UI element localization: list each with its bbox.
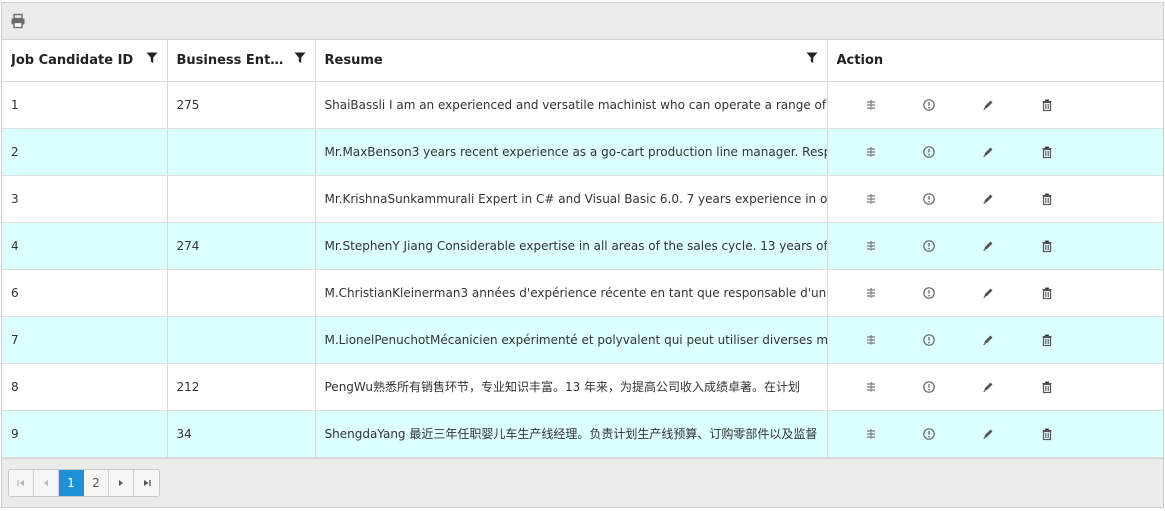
details-icon[interactable] [864,239,878,253]
job-candidate-id-cell: 4 [2,222,168,270]
job-candidate-id-cell: 2 [2,128,168,176]
info-icon[interactable] [922,380,936,394]
details-icon[interactable] [864,380,878,394]
resume-cell: Mr.StephenY Jiang Considerable expertise… [315,222,828,270]
delete-icon[interactable] [1040,286,1054,300]
candidates-table: Job Candidate ID Business Enti... Resume Ac… [2,40,1163,458]
action-cell [827,363,1163,411]
table-row[interactable]: 2 Mr.MaxBenson3 years recent experience a… [2,128,1163,176]
filter-icon[interactable] [294,52,306,64]
column-header-3[interactable]: Action [827,40,1163,82]
first-page-icon[interactable] [9,470,34,496]
pager-area: 12 [2,458,1163,507]
edit-icon[interactable] [981,333,995,347]
action-cell [827,316,1163,364]
delete-icon[interactable] [1040,98,1054,112]
edit-icon[interactable] [981,98,995,112]
table-row[interactable]: 4 274 Mr.StephenY Jiang Considerable exper… [2,222,1163,270]
column-header-label: Resume [324,52,383,68]
business-entity-cell: 34 [167,410,316,458]
resume-cell: M.LionelPenuchotMécanicien expérimenté e… [315,316,828,364]
delete-icon[interactable] [1040,239,1054,253]
details-icon[interactable] [864,286,878,300]
details-icon[interactable] [864,333,878,347]
edit-icon[interactable] [981,192,995,206]
delete-icon[interactable] [1040,427,1054,441]
job-candidate-id-cell: 1 [2,81,168,129]
details-icon[interactable] [864,192,878,206]
business-entity-cell [167,316,316,364]
job-candidate-id-cell: 6 [2,269,168,317]
table-row[interactable]: 8 212 PengWu熟悉所有销售环节，专业知识丰富。13 年来，为提高公司收入成… [2,363,1163,411]
info-icon[interactable] [922,427,936,441]
action-cell [827,410,1163,458]
edit-icon[interactable] [981,239,995,253]
edit-icon[interactable] [981,380,995,394]
column-header-label: Job Candidate ID [11,52,134,68]
table-row[interactable]: 1 275 ShaiBassli I am an experienced and v… [2,81,1163,129]
edit-icon[interactable] [981,145,995,159]
action-cell [827,222,1163,270]
resume-cell: ShaiBassli I am an experienced and versa… [315,81,828,129]
job-candidate-id-cell: 3 [2,175,168,223]
business-entity-cell: 274 [167,222,316,270]
info-icon[interactable] [922,239,936,253]
print-icon[interactable] [10,13,26,29]
action-cell [827,269,1163,317]
prev-page-icon[interactable] [34,470,59,496]
info-icon[interactable] [922,286,936,300]
filter-icon[interactable] [806,52,818,64]
edit-icon[interactable] [981,427,995,441]
info-icon[interactable] [922,333,936,347]
edit-icon[interactable] [981,286,995,300]
data-grid: Job Candidate ID Business Enti... Resume Ac… [1,2,1164,508]
table-row[interactable]: 9 34 ShengdaYang 最近三年任职婴儿车生产线经理。负责计划生产线预算、… [2,410,1163,458]
header-row: Job Candidate ID Business Enti... Resume Ac… [2,40,1163,82]
details-icon[interactable] [864,427,878,441]
table-body: 1 275 ShaiBassli I am an experienced and v… [2,81,1163,458]
action-cell [827,128,1163,176]
business-entity-cell [167,175,316,223]
pager: 12 [8,469,160,497]
filter-icon[interactable] [146,52,158,64]
resume-cell: PengWu熟悉所有销售环节，专业知识丰富。13 年来，为提高公司收入成绩卓著。… [315,363,828,411]
job-candidate-id-cell: 7 [2,316,168,364]
resume-cell: Mr.KrishnaSunkammurali Expert in C# and … [315,175,828,223]
business-entity-cell [167,128,316,176]
action-cell [827,81,1163,129]
next-page-icon[interactable] [109,470,134,496]
grid-toolbar [2,3,1163,40]
resume-cell: ShengdaYang 最近三年任职婴儿车生产线经理。负责计划生产线预算、订购零… [315,410,828,458]
info-icon[interactable] [922,145,936,159]
job-candidate-id-cell: 8 [2,363,168,411]
table-row[interactable]: 3 Mr.KrishnaSunkammurali Expert in C# and… [2,175,1163,223]
business-entity-cell: 275 [167,81,316,129]
resume-cell: Mr.MaxBenson3 years recent experience as… [315,128,828,176]
column-header-label: Business Enti... [176,52,284,68]
page-button-1[interactable]: 1 [59,470,84,496]
delete-icon[interactable] [1040,145,1054,159]
table-row[interactable]: 6 M.ChristianKleinerman3 années d'expérie… [2,269,1163,317]
delete-icon[interactable] [1040,192,1054,206]
column-header-0[interactable]: Job Candidate ID [2,40,168,82]
info-icon[interactable] [922,98,936,112]
column-header-1[interactable]: Business Enti... [167,40,316,82]
delete-icon[interactable] [1040,380,1054,394]
column-header-label: Action [836,52,884,68]
details-icon[interactable] [864,145,878,159]
delete-icon[interactable] [1040,333,1054,347]
resume-cell: M.ChristianKleinerman3 années d'expérien… [315,269,828,317]
action-cell [827,175,1163,223]
info-icon[interactable] [922,192,936,206]
details-icon[interactable] [864,98,878,112]
page-button-2[interactable]: 2 [84,470,109,496]
business-entity-cell: 212 [167,363,316,411]
column-header-2[interactable]: Resume [315,40,828,82]
last-page-icon[interactable] [134,470,159,496]
business-entity-cell [167,269,316,317]
job-candidate-id-cell: 9 [2,410,168,458]
table-row[interactable]: 7 M.LionelPenuchotMécanicien expérimenté … [2,316,1163,364]
